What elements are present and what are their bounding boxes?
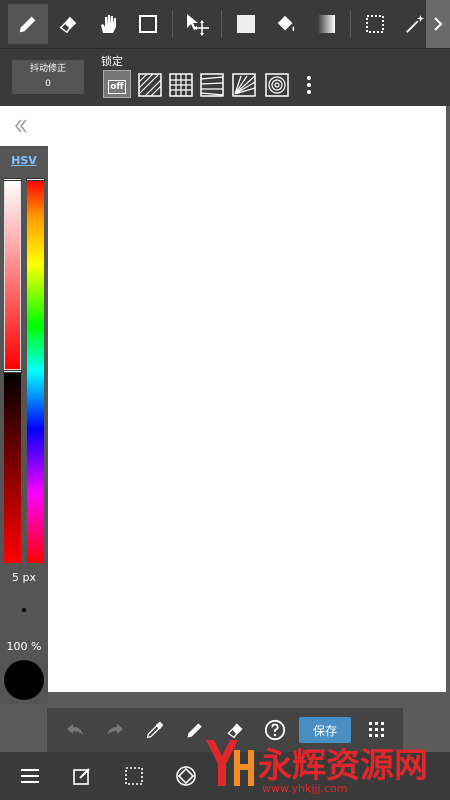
edit-icon bbox=[73, 768, 90, 785]
gradient-icon bbox=[317, 15, 335, 33]
rectangle-icon bbox=[139, 15, 157, 33]
chevron-right-icon bbox=[434, 17, 443, 31]
drawing-canvas[interactable] bbox=[0, 106, 446, 692]
brush-size-label[interactable]: 5 px bbox=[0, 571, 48, 584]
lock-radial-button[interactable] bbox=[231, 72, 257, 98]
undo-button[interactable] bbox=[55, 708, 95, 752]
yh-logo bbox=[206, 740, 254, 786]
concentric-circles-icon bbox=[265, 73, 289, 97]
bucket-icon bbox=[277, 15, 295, 32]
menu-button[interactable] bbox=[4, 752, 56, 800]
lock-grid-button[interactable] bbox=[168, 72, 194, 98]
collapse-panel-button[interactable] bbox=[14, 118, 28, 138]
stabilizer-button[interactable]: 抖动修正 0 bbox=[12, 60, 84, 94]
move-icon bbox=[187, 14, 209, 36]
options-bar: 抖动修正 0 锁定 bbox=[0, 48, 450, 106]
radial-lines-icon bbox=[232, 73, 256, 97]
saturation-slider[interactable] bbox=[4, 180, 21, 370]
lock-label: 锁定 bbox=[101, 55, 123, 68]
select-tool-button[interactable] bbox=[355, 4, 395, 44]
color-panel: HSV 5 px 100 % bbox=[0, 146, 48, 704]
toolbar-next-button[interactable] bbox=[426, 0, 450, 48]
hand-tool-button[interactable] bbox=[88, 4, 128, 44]
select-icon bbox=[366, 15, 384, 33]
magic-wand-icon bbox=[406, 14, 425, 33]
fill-square-icon bbox=[237, 15, 255, 33]
current-color-swatch[interactable] bbox=[4, 660, 44, 700]
parallel-lines-icon bbox=[138, 73, 162, 97]
undo-icon bbox=[67, 724, 83, 735]
pencil-tool-button[interactable] bbox=[8, 4, 48, 44]
lock-off-label: off bbox=[108, 80, 126, 94]
eraser-tool-button[interactable] bbox=[48, 4, 88, 44]
eraser-icon bbox=[59, 16, 77, 34]
value-slider[interactable] bbox=[4, 372, 21, 563]
hue-slider[interactable] bbox=[27, 180, 44, 563]
more-vertical-icon bbox=[307, 76, 311, 94]
select-icon bbox=[125, 767, 143, 785]
watermark-url: www.yhkjjj.com bbox=[262, 782, 348, 795]
edit-button[interactable] bbox=[56, 752, 108, 800]
color-mode-toggle[interactable]: HSV bbox=[0, 154, 48, 167]
saturation-marker[interactable] bbox=[3, 178, 22, 181]
top-toolbar bbox=[0, 0, 450, 48]
toolbar-divider bbox=[350, 10, 351, 38]
stabilizer-value: 0 bbox=[45, 79, 51, 89]
eyedropper-icon bbox=[146, 721, 164, 739]
redo-icon bbox=[107, 724, 123, 735]
lock-off-button[interactable]: off bbox=[103, 70, 131, 98]
hue-marker[interactable] bbox=[26, 178, 45, 181]
hamburger-icon bbox=[21, 769, 39, 783]
watermark-text: 永辉资源网 bbox=[258, 746, 428, 786]
brush-size-preview bbox=[22, 608, 26, 612]
double-chevron-left-icon bbox=[15, 119, 27, 133]
gradient-tool-button[interactable] bbox=[306, 4, 346, 44]
stabilizer-label: 抖动修正 bbox=[29, 64, 66, 74]
lock-concentric-button[interactable] bbox=[264, 72, 290, 98]
selection-button[interactable] bbox=[108, 752, 160, 800]
perspective-lines-icon bbox=[200, 73, 224, 97]
bucket-tool-button[interactable] bbox=[266, 4, 306, 44]
lock-parallel-button[interactable] bbox=[137, 72, 163, 98]
watermark: 永辉资源网 www.yhkjjj.com bbox=[196, 730, 450, 800]
eyedropper-button[interactable] bbox=[135, 708, 175, 752]
more-options-button[interactable] bbox=[296, 72, 322, 98]
lock-perspective-button[interactable] bbox=[199, 72, 225, 98]
grid-icon bbox=[169, 73, 193, 97]
fill-color-button[interactable] bbox=[226, 4, 266, 44]
app-root: 抖动修正 0 锁定 off HSV 5 px 100 % 保存 永辉资源网 ww… bbox=[0, 0, 450, 800]
toolbar-divider bbox=[172, 10, 173, 38]
opacity-label[interactable]: 100 % bbox=[0, 640, 48, 653]
rotate-icon bbox=[176, 766, 196, 786]
pencil-icon bbox=[19, 16, 36, 33]
move-tool-button[interactable] bbox=[177, 4, 217, 44]
redo-button[interactable] bbox=[95, 708, 135, 752]
toolbar-divider bbox=[221, 10, 222, 38]
rectangle-tool-button[interactable] bbox=[128, 4, 168, 44]
value-marker[interactable] bbox=[3, 370, 22, 373]
hand-icon bbox=[101, 15, 116, 33]
